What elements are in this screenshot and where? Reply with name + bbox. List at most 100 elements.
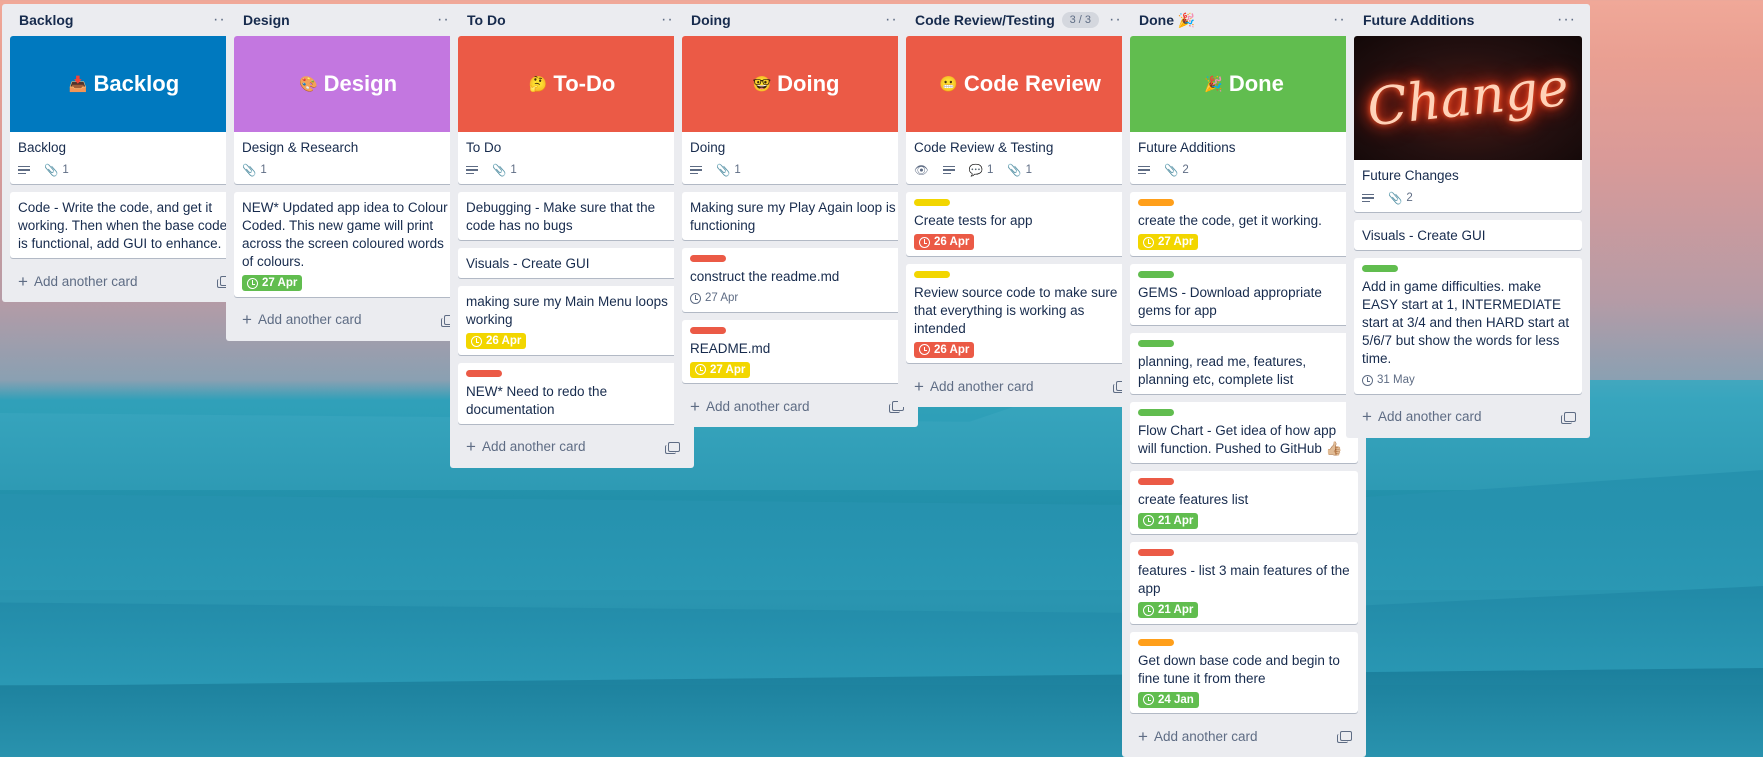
card-title: create features list: [1138, 491, 1249, 507]
add-card-button[interactable]: + Add another card: [234, 305, 462, 333]
paperclip-icon: 📎: [1388, 193, 1403, 205]
add-card-button[interactable]: + Add another card: [1354, 402, 1582, 430]
attachment-badge: 📎 1: [242, 163, 267, 177]
list-menu-icon[interactable]: ···: [1557, 12, 1576, 28]
card-cover: 📥 Backlog: [10, 36, 238, 132]
card-title: Visuals - Create GUI: [466, 256, 590, 271]
eye-icon: 👁: [914, 165, 929, 177]
card-label[interactable]: [1362, 265, 1398, 272]
card[interactable]: Flow Chart - Get idea of how app will fu…: [1130, 401, 1358, 463]
list-title[interactable]: Design: [243, 12, 290, 28]
card-label[interactable]: [690, 255, 726, 262]
clock-icon: [1143, 694, 1154, 705]
add-card-button[interactable]: + Add another card: [682, 391, 910, 419]
clock-icon: [1143, 236, 1154, 248]
card[interactable]: create features list 21 Apr: [1130, 470, 1358, 534]
due-date-badge[interactable]: 27 Apr: [690, 290, 743, 306]
card[interactable]: Debugging - Make sure that the code has …: [458, 192, 686, 240]
card-title: To Do: [466, 140, 502, 155]
card-label[interactable]: [914, 199, 950, 206]
due-date-badge[interactable]: 26 Apr: [914, 341, 975, 358]
attachment-badge: 📎 1: [44, 163, 69, 177]
due-date-text: 27 Apr: [1158, 236, 1194, 248]
card[interactable]: GEMS - Download appropriate gems for app: [1130, 263, 1358, 325]
cover-card[interactable]: 📥 Backlog Backlog 📎 1: [10, 36, 238, 184]
due-date-badge[interactable]: 27 Apr: [690, 361, 751, 378]
attachment-count: 1: [734, 164, 741, 176]
card[interactable]: Visuals - Create GUI: [1354, 220, 1582, 250]
card-label[interactable]: [914, 270, 950, 278]
clock-icon: [471, 335, 482, 347]
due-date-badge[interactable]: 31 May: [1362, 372, 1420, 388]
due-date-badge[interactable]: 26 Apr: [466, 333, 527, 349]
card[interactable]: Review source code to make sure that eve…: [906, 263, 1134, 363]
card-label[interactable]: [1138, 477, 1174, 485]
list-header: To Do ···: [458, 4, 686, 36]
card-title: Visuals - Create GUI: [1362, 228, 1486, 243]
description-icon: [1362, 192, 1374, 205]
cover-card[interactable]: 🤔 To-Do To Do 📎 1: [458, 36, 686, 184]
card-label[interactable]: [1138, 638, 1174, 646]
list-title[interactable]: Done 🎉: [1139, 12, 1195, 29]
card-label[interactable]: [1138, 549, 1174, 556]
add-card-button[interactable]: + Add another card: [1130, 721, 1358, 749]
list-title[interactable]: Backlog: [19, 12, 73, 28]
due-date-badge[interactable]: 26 Apr: [914, 234, 975, 250]
card[interactable]: NEW* Need to redo the documentation: [458, 362, 686, 424]
cover-title: To-Do: [553, 71, 616, 96]
template-icon[interactable]: [1337, 731, 1352, 743]
due-date-text: 26 Apr: [934, 236, 970, 248]
cover-card[interactable]: 😬 Code Review Code Review & Testing 👁 💬 1 📎 1: [906, 36, 1134, 184]
list-title[interactable]: Doing: [691, 12, 731, 28]
card-label[interactable]: [690, 326, 726, 334]
list-code-review-testing: Code Review/Testing 3 / 3 ··· 😬 Code Review C…: [898, 4, 1142, 407]
card-title: GEMS - Download appropriate gems for app: [1138, 284, 1322, 318]
due-date-badge[interactable]: 21 Apr: [1138, 512, 1199, 529]
card[interactable]: Add in game difficulties. make EASY star…: [1354, 258, 1582, 394]
cover-card[interactable]: 🎉 Done Future Additions 📎 2: [1130, 36, 1358, 184]
card-label[interactable]: [1138, 270, 1174, 278]
list-header: Done 🎉 ···: [1130, 4, 1358, 36]
attachment-badge: 📎 2: [1388, 191, 1413, 205]
card-label[interactable]: [1138, 408, 1174, 416]
card-label[interactable]: [466, 369, 502, 377]
add-card-button[interactable]: + Add another card: [906, 371, 1134, 399]
due-date-badge[interactable]: 24 Jan: [1138, 691, 1199, 708]
card[interactable]: README.md 27 Apr: [682, 319, 910, 383]
add-card-label: Add another card: [1377, 409, 1482, 424]
add-card-button[interactable]: + Add another card: [10, 266, 238, 294]
list-title[interactable]: To Do: [467, 12, 506, 28]
list-header: Code Review/Testing 3 / 3 ···: [906, 4, 1134, 36]
card[interactable]: Create tests for app 26 Apr: [906, 192, 1134, 256]
list-title[interactable]: Code Review/Testing: [915, 12, 1055, 28]
due-date-badge[interactable]: 27 Apr: [242, 275, 303, 291]
due-date-text: 24 Jan: [1158, 693, 1194, 706]
card-title: construct the readme.md: [690, 269, 840, 284]
cover-card[interactable]: 🎨 Design Design & Research 📎 1: [234, 36, 462, 184]
template-icon[interactable]: [665, 441, 680, 454]
card[interactable]: Code - Write the code, and get it workin…: [10, 192, 238, 258]
template-icon[interactable]: [1561, 411, 1576, 424]
card[interactable]: features - list 3 main features of the a…: [1130, 542, 1358, 624]
card-cover: 🤓 Doing: [682, 36, 910, 132]
card-badges: 📎 1: [18, 161, 230, 179]
cover-card[interactable]: Change Future Changes 📎 2: [1354, 36, 1582, 212]
card[interactable]: Visuals - Create GUI: [458, 248, 686, 278]
card[interactable]: planning, read me, features, planning et…: [1130, 332, 1358, 394]
cover-title: Code Review: [963, 71, 1101, 96]
card[interactable]: making sure my Main Menu loops working 26…: [458, 286, 686, 355]
list-header: Future Additions ···: [1354, 4, 1582, 36]
card[interactable]: create the code, get it working. 27 Apr: [1130, 192, 1358, 256]
card-label[interactable]: [1138, 339, 1174, 347]
list-title[interactable]: Future Additions: [1363, 12, 1474, 28]
due-date-badge[interactable]: 27 Apr: [1138, 234, 1199, 250]
card[interactable]: construct the readme.md 27 Apr: [682, 248, 910, 312]
card[interactable]: NEW* Updated app idea to Colour Coded. T…: [234, 192, 462, 297]
card[interactable]: Get down base code and begin to fine tun…: [1130, 631, 1358, 713]
card-title: Debugging - Make sure that the code has …: [466, 200, 656, 233]
add-card-button[interactable]: + Add another card: [458, 432, 686, 460]
cover-card[interactable]: 🤓 Doing Doing 📎 1: [682, 36, 910, 184]
card[interactable]: Making sure my Play Again loop is functi…: [682, 192, 910, 240]
card-label[interactable]: [1138, 199, 1174, 206]
due-date-badge[interactable]: 21 Apr: [1138, 602, 1199, 618]
